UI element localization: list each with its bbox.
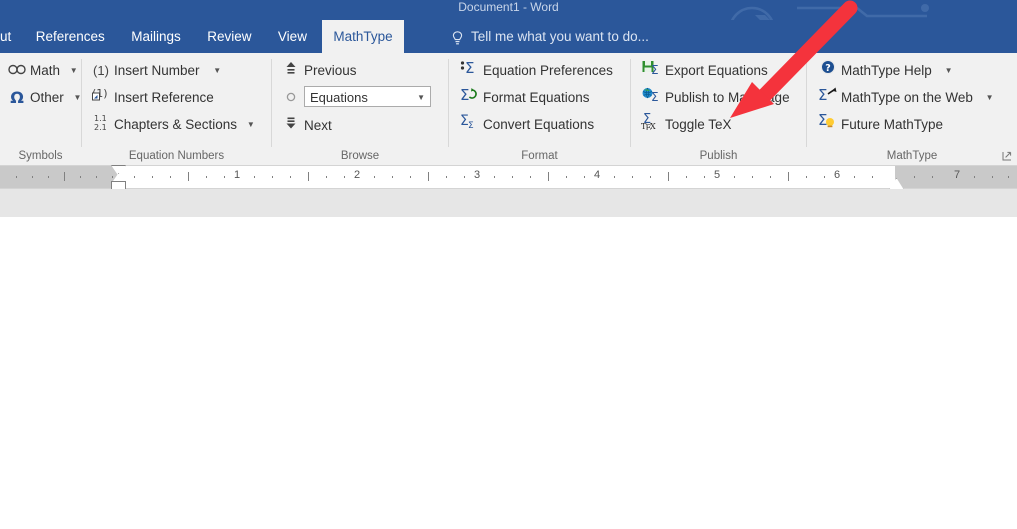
ruler-left-margin xyxy=(0,166,118,188)
tell-me-label: Tell me what you want to do... xyxy=(471,29,649,44)
tell-me-search[interactable]: Tell me what you want to do... xyxy=(452,20,649,53)
group-label-symbols: Symbols xyxy=(18,150,63,162)
document-top-gap xyxy=(0,189,1017,218)
svg-text:X: X xyxy=(650,122,656,130)
command-next-label: Next xyxy=(304,118,332,133)
browse-object-row xyxy=(278,85,304,110)
browse-next-icon xyxy=(280,113,302,138)
svg-text:Σ: Σ xyxy=(651,63,659,75)
lightbulb-icon xyxy=(452,20,466,53)
group-label-mathtype: MathType xyxy=(886,150,938,162)
command-insert-reference[interactable]: (1) Insert Reference xyxy=(88,85,214,110)
svg-text:1.1: 1.1 xyxy=(94,114,107,123)
browse-object-select[interactable]: Equations ▼ xyxy=(304,86,431,107)
command-equation-preferences[interactable]: Σ Equation Preferences xyxy=(457,58,613,83)
ruler-number: 4 xyxy=(593,169,601,181)
ribbon-group-browse: Previous Equations ▼ Next Browse xyxy=(272,53,448,165)
annotation-arrow-icon xyxy=(730,0,858,118)
ruler-number: 6 xyxy=(833,169,841,181)
tab-view[interactable]: View xyxy=(267,20,318,53)
infinity-icon xyxy=(6,58,28,83)
ruler-number: 3 xyxy=(473,169,481,181)
command-next[interactable]: Next xyxy=(278,113,332,138)
command-other[interactable]: Ω Other ▼ xyxy=(4,85,81,110)
ruler-number: 5 xyxy=(713,169,721,181)
sigma-globe-icon: Σ xyxy=(641,85,663,110)
group-label-browse: Browse xyxy=(340,150,380,162)
command-math[interactable]: Math ▼ xyxy=(4,58,78,83)
tab-references[interactable]: References xyxy=(25,20,116,53)
sigma-refresh-icon: Σ xyxy=(459,85,481,110)
group-label-publish: Publish xyxy=(699,150,738,162)
chevron-down-icon[interactable]: ▼ xyxy=(247,112,255,137)
group-label-format: Format xyxy=(521,150,558,162)
paren-one-ref-icon: (1) xyxy=(90,85,112,110)
command-format-equations-label: Format Equations xyxy=(483,90,590,105)
chevron-down-icon[interactable]: ▼ xyxy=(417,87,425,108)
chevron-down-icon[interactable]: ▼ xyxy=(986,85,994,110)
browse-object-value: Equations xyxy=(310,90,368,105)
tab-mathtype[interactable]: MathType xyxy=(322,20,404,53)
sigma-sigma-icon: Σ Σ xyxy=(459,112,481,137)
command-previous[interactable]: Previous xyxy=(278,58,357,83)
document-page[interactable]: ∫30(x34−2x2−ex)dx $\int_{0}^{3}{\left( \… xyxy=(0,217,1017,529)
ruler-number: 7 xyxy=(953,169,961,181)
ruler-number: 1 xyxy=(233,169,241,181)
sigma-tex-icon: Σ T E X xyxy=(641,112,663,137)
omega-icon: Ω xyxy=(10,88,24,107)
chevron-down-icon[interactable]: ▼ xyxy=(70,58,78,83)
ruler-number: 2 xyxy=(353,169,361,181)
sigma-save-icon: Σ xyxy=(641,58,663,83)
command-previous-label: Previous xyxy=(304,63,357,78)
group-label-equation-numbers: Equation Numbers xyxy=(128,150,225,162)
command-chapters-sections[interactable]: 1.1 2.1 Chapters & Sections ▼ xyxy=(88,112,255,137)
svg-text:Σ: Σ xyxy=(651,90,659,102)
ribbon-tabs: ut References Mailings Review View MathT… xyxy=(0,20,404,53)
command-other-label: Other xyxy=(30,90,64,105)
command-convert-equations[interactable]: Σ Σ Convert Equations xyxy=(457,112,594,137)
paren-one-icon: (1) xyxy=(93,63,109,78)
chevron-down-icon[interactable]: ▼ xyxy=(74,85,82,110)
browse-object-icon xyxy=(280,85,302,110)
svg-text:Σ: Σ xyxy=(468,121,474,129)
tab-layout-clipped[interactable]: ut xyxy=(0,20,20,53)
horizontal-ruler[interactable]: 1 2 3 4 5 6 7 xyxy=(0,165,1017,191)
chevron-down-icon[interactable]: ▼ xyxy=(213,58,221,83)
command-insert-reference-label: Insert Reference xyxy=(114,90,214,105)
tab-review[interactable]: Review xyxy=(196,20,262,53)
command-convert-equations-label: Convert Equations xyxy=(483,117,595,132)
command-chapters-sections-label: Chapters & Sections xyxy=(114,117,238,132)
ribbon-group-symbols: Math ▼ Ω Other ▼ Symbols xyxy=(0,53,81,165)
ribbon-group-equation-numbers: (1) Insert Number ▼ (1) Insert Reference xyxy=(82,53,271,165)
command-insert-number[interactable]: (1) Insert Number ▼ xyxy=(88,58,221,83)
svg-text:Σ: Σ xyxy=(465,59,474,75)
sigma-prefs-icon: Σ xyxy=(459,58,481,83)
svg-text:Σ: Σ xyxy=(460,86,469,102)
command-format-equations[interactable]: Σ Format Equations xyxy=(457,85,590,110)
command-equation-preferences-label: Equation Preferences xyxy=(483,63,613,78)
svg-text:2.1: 2.1 xyxy=(94,123,107,132)
dialog-launcher-icon[interactable] xyxy=(1001,151,1013,163)
numbered-list-icon: 1.1 2.1 xyxy=(90,112,112,137)
command-math-label: Math xyxy=(30,63,61,78)
tab-mailings[interactable]: Mailings xyxy=(120,20,192,53)
word-window: Document1 - Word ut References Mailings … xyxy=(0,0,1017,529)
browse-previous-icon xyxy=(280,58,302,83)
chevron-down-icon[interactable]: ▼ xyxy=(945,58,953,83)
command-insert-number-label: Insert Number xyxy=(114,63,200,78)
ribbon-group-format: Σ Equation Preferences Σ Format Equation… xyxy=(449,53,630,165)
